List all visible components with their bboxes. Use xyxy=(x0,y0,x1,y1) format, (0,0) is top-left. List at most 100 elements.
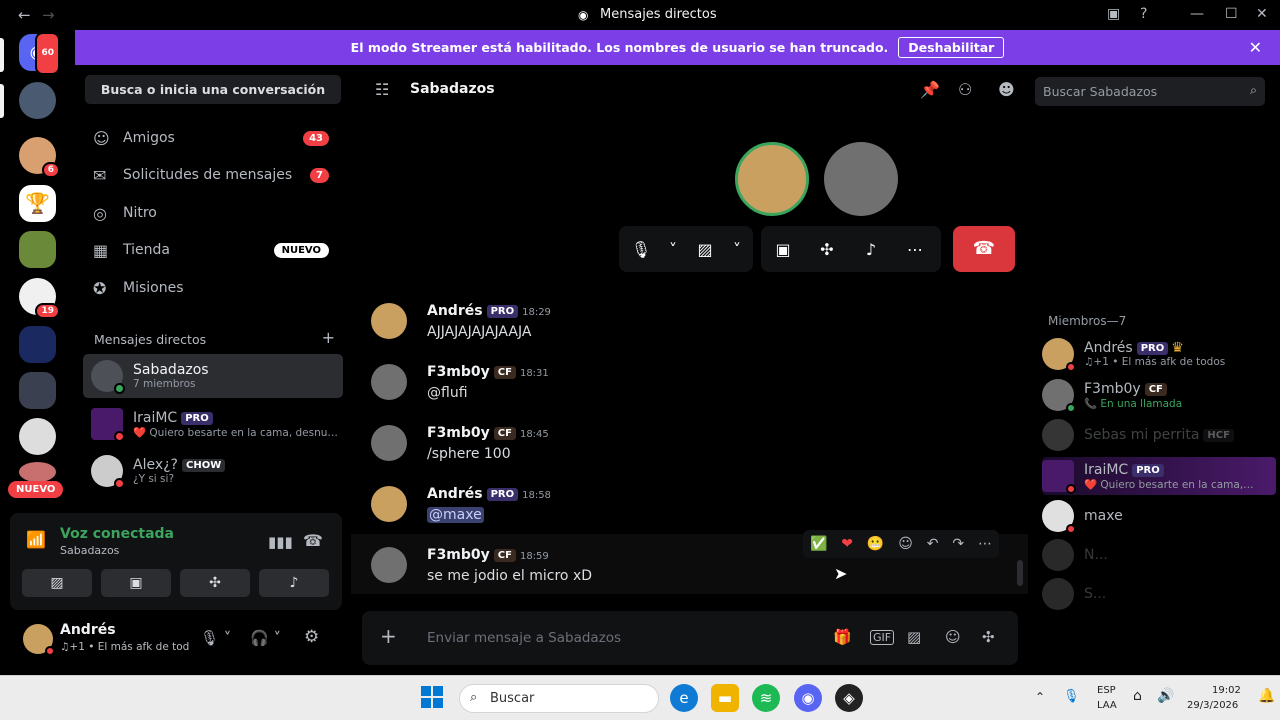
camera-off-icon[interactable]: ▨ xyxy=(683,240,727,259)
member-item[interactable]: maxe xyxy=(1042,497,1276,535)
message[interactable]: Andrés PRO 18:58 @maxe xyxy=(351,473,1028,533)
reply-icon[interactable]: ↶ xyxy=(927,536,939,552)
gift-icon[interactable]: 🎁 xyxy=(833,628,852,646)
server-icon[interactable] xyxy=(19,82,56,119)
new-badge[interactable]: NUEVO xyxy=(8,481,64,498)
member-item[interactable]: Sebas mi perrita HCF xyxy=(1042,416,1276,454)
activities-button[interactable]: ✣ xyxy=(180,569,250,597)
member-list-icon[interactable]: ☻ xyxy=(998,80,1015,99)
chevron-up-icon[interactable]: ⌃ xyxy=(1035,690,1045,704)
activities-icon[interactable]: ✣ xyxy=(805,240,849,259)
mic-icon[interactable]: 🎙 ˅ xyxy=(200,629,231,647)
close-icon[interactable]: ✕ xyxy=(1249,38,1262,57)
discord-taskbar-icon[interactable]: ◉ xyxy=(794,684,822,712)
screen-share-icon[interactable]: ▣ xyxy=(761,240,805,259)
notification-icon[interactable]: 🔔 xyxy=(1258,688,1275,704)
heart-reaction-icon[interactable]: ❤ xyxy=(841,536,853,552)
message-author[interactable]: F3mb0y xyxy=(427,425,490,441)
taskbar-search[interactable]: ⌕ Buscar xyxy=(459,684,659,713)
check-reaction-icon[interactable]: ✅ xyxy=(810,536,827,552)
member-item[interactable]: IraiMC PRO ❤️ Quiero besarte en la cama, .… xyxy=(1042,457,1276,495)
message-input[interactable]: Enviar mensaje a Sabadazos xyxy=(427,630,621,646)
message-author[interactable]: Andrés xyxy=(427,303,483,319)
maximize-button[interactable]: ☐ xyxy=(1225,6,1238,22)
add-friends-icon[interactable]: ⚇ xyxy=(958,80,972,99)
spotify-icon[interactable]: ≋ xyxy=(752,684,780,712)
voice-status[interactable]: Voz conectada xyxy=(60,526,174,542)
avatar[interactable] xyxy=(371,547,407,583)
message-composer[interactable]: + Enviar mensaje a Sabadazos 🎁 GIF ▨ ☺ ✣ xyxy=(362,611,1018,665)
message[interactable]: F3mb0y CF 18:45 /sphere 100 xyxy=(351,412,1028,472)
nav-nitro[interactable]: ◎ Nitro xyxy=(83,195,343,231)
message-author[interactable]: Andrés xyxy=(427,486,483,502)
user-mention[interactable]: @maxe xyxy=(427,507,484,523)
soundboard-icon[interactable]: ♪ xyxy=(849,240,893,259)
inbox-icon[interactable]: ▣ xyxy=(1107,6,1120,22)
message-author[interactable]: F3mb0y xyxy=(427,547,490,563)
create-dm-icon[interactable]: + xyxy=(322,328,335,347)
grin-reaction-icon[interactable]: 😬 xyxy=(867,536,884,552)
headphones-icon[interactable]: 🎧 ˅ xyxy=(250,629,281,647)
close-window-button[interactable]: ✕ xyxy=(1256,6,1268,22)
server-icon[interactable] xyxy=(19,418,56,455)
voice-channel[interactable]: Sabadazos xyxy=(60,544,119,557)
edge-icon[interactable]: e xyxy=(670,684,698,712)
server-icon[interactable] xyxy=(19,372,56,409)
server-icon[interactable] xyxy=(19,326,56,363)
member-item[interactable]: S... xyxy=(1042,575,1276,613)
trophy-icon[interactable]: 🏆 xyxy=(19,185,56,222)
find-conversation-button[interactable]: Busca o inicia una conversación xyxy=(85,75,341,104)
chevron-down-icon[interactable]: ˅ xyxy=(727,240,747,259)
chevron-down-icon[interactable]: ˅ xyxy=(663,240,683,259)
emoji-icon[interactable]: ☺ xyxy=(945,628,961,646)
gear-icon[interactable]: ⚙ xyxy=(304,627,319,647)
dm-item-sabadazos[interactable]: Sabadazos 7 miembros xyxy=(83,354,343,398)
nav-quests[interactable]: ✪ Misiones xyxy=(83,270,343,306)
clock-date[interactable]: 29/3/2026 xyxy=(1187,700,1238,711)
nav-shop[interactable]: ▦ Tienda NUEVO xyxy=(83,232,343,268)
clock-time[interactable]: 19:02 xyxy=(1212,685,1241,696)
message[interactable]: Andrés PRO 18:29 AJJAJAJAJAJAAJA xyxy=(351,290,1028,350)
disable-streamer-button[interactable]: Deshabilitar xyxy=(898,37,1005,58)
disconnect-icon[interactable]: ☎ xyxy=(303,531,323,550)
avatar[interactable] xyxy=(23,624,55,656)
language-indicator[interactable]: ESP xyxy=(1097,685,1116,696)
soundboard-button[interactable]: ♪ xyxy=(259,569,329,597)
server-icon[interactable] xyxy=(19,231,56,268)
server-icon[interactable] xyxy=(19,462,56,482)
message[interactable]: F3mb0y CF 18:31 @flufi xyxy=(351,351,1028,411)
sticker-icon[interactable]: ▨ xyxy=(907,628,921,646)
mic-icon[interactable]: 🎙 xyxy=(619,240,663,259)
scrollbar[interactable] xyxy=(1017,560,1023,586)
network-icon[interactable]: ⌂ xyxy=(1133,688,1142,704)
add-reaction-icon[interactable]: ☺ xyxy=(898,536,913,552)
avatar[interactable] xyxy=(371,486,407,522)
avatar[interactable] xyxy=(371,364,407,400)
volume-icon[interactable]: 🔊 xyxy=(1157,688,1174,704)
member-item[interactable]: Andrés PRO ♛ ♫+1 • El más afk de todos xyxy=(1042,335,1276,373)
more-icon[interactable]: ⋯ xyxy=(893,240,937,259)
server-icon[interactable]: 19 xyxy=(19,278,60,319)
dm-item-iraimc[interactable]: IraiMC PRO ❤️ Quiero besarte en la cama, d… xyxy=(83,402,343,446)
minimize-button[interactable]: — xyxy=(1190,6,1204,22)
message-author[interactable]: F3mb0y xyxy=(427,364,490,380)
call-participant-avatar[interactable] xyxy=(735,142,809,216)
add-attachment-icon[interactable]: + xyxy=(380,624,397,648)
layout-indicator[interactable]: LAA xyxy=(1097,700,1117,711)
more-icon[interactable]: ⋯ xyxy=(978,536,992,552)
noise-suppression-icon[interactable]: ▮▮▮ xyxy=(268,533,293,551)
dm-item-alex[interactable]: Alex¿? CHOW ¿Y si si? xyxy=(83,449,343,493)
camera-off-button[interactable]: ▨ xyxy=(22,569,92,597)
app-icon[interactable]: ◈ xyxy=(835,684,863,712)
mic-tray-icon[interactable]: 🎙 xyxy=(1063,689,1080,704)
home-button[interactable]: ◉60 xyxy=(19,32,60,75)
help-icon[interactable]: ? xyxy=(1140,6,1147,22)
nav-message-requests[interactable]: ✉ Solicitudes de mensajes 7 xyxy=(83,157,343,193)
hang-up-button[interactable]: ☎ xyxy=(953,226,1015,272)
apps-icon[interactable]: ✣ xyxy=(982,628,995,646)
windows-start-icon[interactable] xyxy=(421,686,443,708)
member-item[interactable]: N... xyxy=(1042,536,1276,574)
forward-icon[interactable]: ↷ xyxy=(952,536,964,552)
back-arrow-icon[interactable]: ← xyxy=(18,6,31,24)
nav-friends[interactable]: ☺ Amigos 43 xyxy=(83,120,343,156)
